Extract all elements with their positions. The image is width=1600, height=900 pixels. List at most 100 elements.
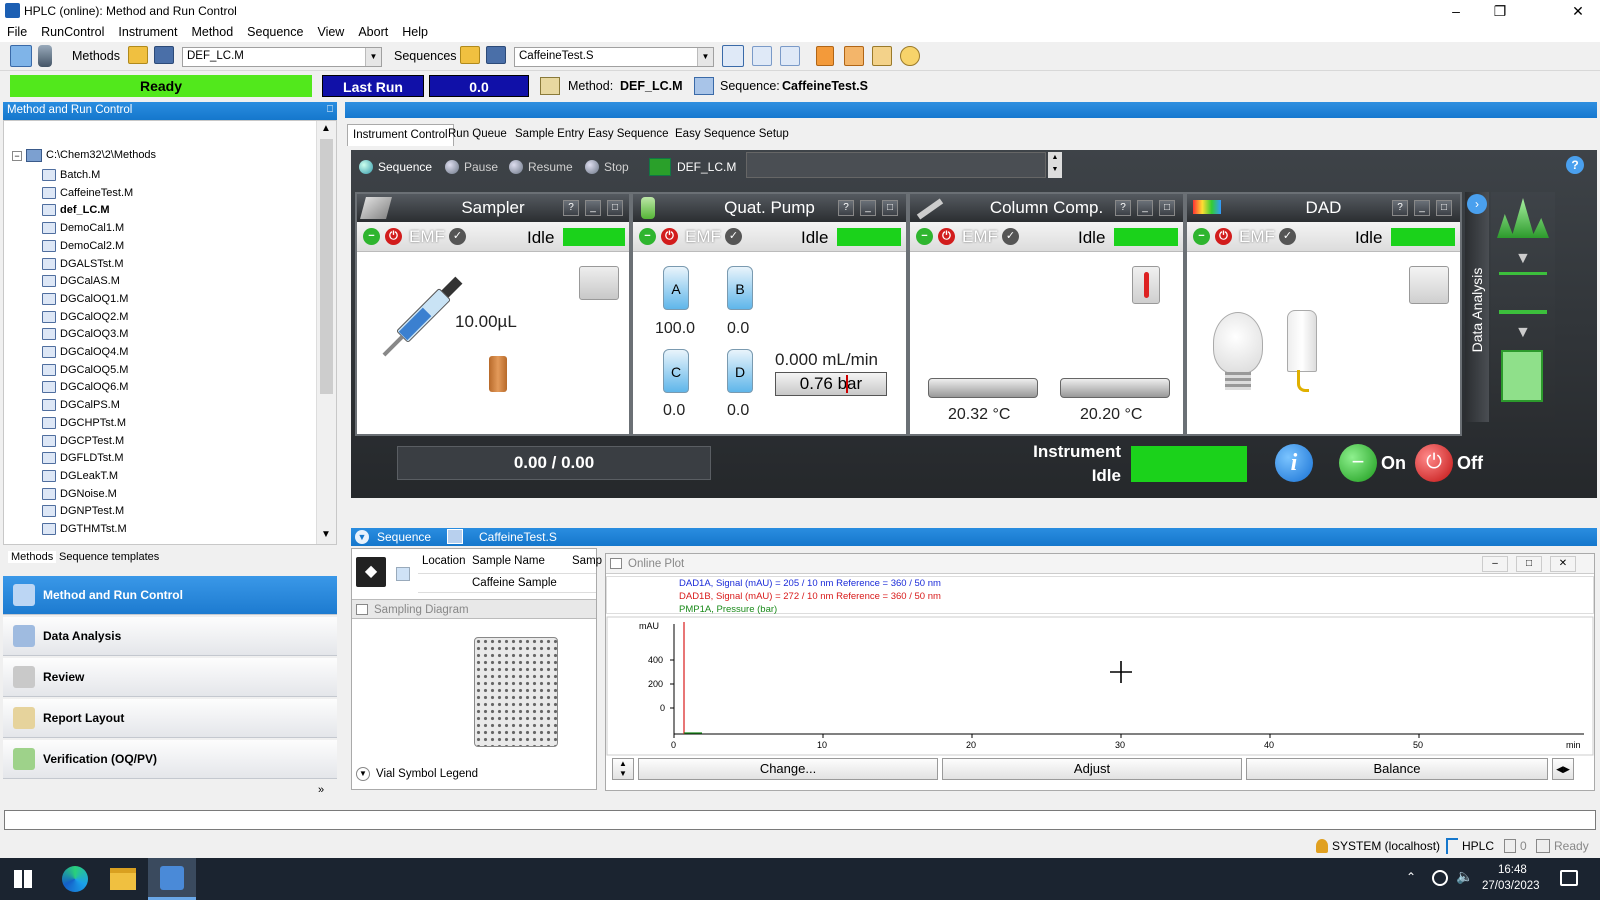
run-info-spinner[interactable]: ▲ ▼ bbox=[1048, 152, 1062, 178]
scroll-up-icon[interactable]: ▲ bbox=[321, 123, 331, 134]
windows-start-icon[interactable] bbox=[14, 870, 32, 888]
chromatogram-icon[interactable] bbox=[1497, 198, 1549, 238]
sequence-run-button[interactable]: Sequence bbox=[359, 156, 432, 178]
off-icon[interactable]: ⏻ bbox=[1215, 228, 1232, 245]
sampler-settings-icon[interactable] bbox=[579, 266, 619, 300]
run-info-field[interactable] bbox=[746, 152, 1046, 178]
row-selector[interactable] bbox=[396, 567, 410, 581]
clock-time[interactable]: 16:48 bbox=[1498, 864, 1527, 876]
change-button[interactable]: Change... bbox=[638, 758, 938, 780]
on-icon[interactable]: − bbox=[363, 228, 380, 245]
network-icon[interactable] bbox=[1432, 870, 1448, 886]
minimize-icon[interactable]: _ bbox=[860, 200, 876, 216]
tab-easy-sequence[interactable]: Easy Sequence bbox=[583, 124, 674, 146]
nav-expand-icon[interactable]: » bbox=[318, 784, 324, 796]
minimize-button[interactable]: – bbox=[1434, 0, 1478, 22]
instrument-off-button[interactable]: ⏻ Off bbox=[1415, 444, 1483, 482]
help-icon[interactable]: ? bbox=[563, 200, 579, 216]
tree-item[interactable]: DemoCal1.M bbox=[42, 219, 124, 237]
tab-sample-entry[interactable]: Sample Entry bbox=[510, 124, 589, 146]
tree-item[interactable]: DGLeakT.M bbox=[42, 467, 118, 485]
tree-item[interactable]: DGNoise.M bbox=[42, 485, 117, 503]
minimize-icon[interactable]: _ bbox=[585, 200, 601, 216]
data-analysis-strip[interactable]: › Data Analysis bbox=[1465, 192, 1489, 422]
off-icon[interactable]: ⏻ bbox=[938, 228, 955, 245]
layout-2-icon[interactable] bbox=[752, 46, 772, 66]
plot-area[interactable]: mAU 400 200 0 0 10 20 30 40 50 min bbox=[606, 616, 1594, 756]
volume-icon[interactable]: 🔈 bbox=[1456, 868, 1473, 885]
maximize-icon[interactable]: □ bbox=[1159, 200, 1175, 216]
tree-item[interactable]: DGCalPS.M bbox=[42, 396, 120, 414]
vial-symbol-legend[interactable]: Vial Symbol Legend bbox=[376, 768, 478, 780]
tree-item[interactable]: DGCalOQ5.M bbox=[42, 361, 128, 379]
tab-easy-sequence-setup[interactable]: Easy Sequence Setup bbox=[670, 124, 794, 146]
help-icon[interactable]: ? bbox=[1392, 200, 1408, 216]
menu-abort[interactable]: Abort bbox=[351, 22, 395, 39]
nav-verification[interactable]: Verification (OQ/PV) bbox=[3, 740, 337, 779]
menu-file[interactable]: File bbox=[0, 22, 34, 39]
tree-item[interactable]: Batch.M bbox=[42, 166, 100, 184]
off-icon[interactable]: ⏻ bbox=[661, 228, 678, 245]
info-icon[interactable]: i bbox=[1275, 444, 1313, 482]
instrument-on-button[interactable]: − On bbox=[1339, 444, 1406, 482]
restore-button[interactable]: ❐ bbox=[1478, 0, 1522, 22]
nav-data-analysis[interactable]: Data Analysis bbox=[3, 617, 337, 656]
method-view-icon[interactable] bbox=[10, 45, 32, 67]
table-row[interactable]: Caffeine Sample bbox=[418, 573, 596, 593]
on-icon[interactable]: − bbox=[639, 228, 656, 245]
stop-button[interactable]: Stop bbox=[585, 156, 629, 178]
pin-icon[interactable]: ⎕ bbox=[327, 104, 333, 115]
scroll-down-icon[interactable]: ▼ bbox=[321, 529, 331, 540]
menu-help[interactable]: Help bbox=[395, 22, 435, 39]
tree-item[interactable]: def_LC.M bbox=[42, 201, 110, 219]
tree-item[interactable]: CaffeineTest.M bbox=[42, 184, 133, 202]
layout-1-icon[interactable] bbox=[722, 45, 744, 67]
help-icon[interactable]: ? bbox=[1115, 200, 1131, 216]
maximize-icon[interactable]: □ bbox=[607, 200, 623, 216]
chart-report-icon[interactable] bbox=[844, 46, 864, 66]
nav-method-and-run-control[interactable]: Method and Run Control bbox=[3, 576, 337, 615]
on-icon[interactable]: − bbox=[1193, 228, 1210, 245]
tree-root[interactable]: C:\Chem32\2\Methods bbox=[46, 149, 156, 161]
tree-item[interactable]: DGCHPTst.M bbox=[42, 414, 126, 432]
sequence-select[interactable]: CaffeineTest.S ▼ bbox=[514, 47, 714, 67]
save-method-icon[interactable] bbox=[154, 46, 174, 64]
pause-button[interactable]: Pause bbox=[445, 156, 498, 178]
layout-3-icon[interactable] bbox=[780, 46, 800, 66]
expand-icon[interactable]: − bbox=[12, 151, 22, 161]
plot-minimize-button[interactable]: – bbox=[1482, 556, 1508, 572]
tree-item[interactable]: DGALSTst.M bbox=[42, 255, 124, 273]
sequence-nav-icon[interactable]: ◆ bbox=[356, 557, 386, 587]
thermometer-icon[interactable] bbox=[1132, 266, 1160, 304]
maximize-icon[interactable]: □ bbox=[1436, 200, 1452, 216]
menu-sequence[interactable]: Sequence bbox=[240, 22, 310, 39]
nav-review[interactable]: Review bbox=[3, 658, 337, 697]
tab-instrument-control[interactable]: Instrument Control bbox=[347, 124, 454, 146]
save-sequence-icon[interactable] bbox=[486, 46, 506, 64]
help-icon[interactable]: ? bbox=[838, 200, 854, 216]
database-icon[interactable] bbox=[38, 45, 52, 67]
legend-expand-icon[interactable]: ▼ bbox=[356, 767, 370, 781]
minimize-icon[interactable]: _ bbox=[1137, 200, 1153, 216]
tree-item[interactable]: DGNPTest.M bbox=[42, 502, 124, 520]
expand-arrow-icon[interactable]: › bbox=[1467, 194, 1487, 214]
balance-icon[interactable] bbox=[1499, 272, 1547, 314]
menu-runcontrol[interactable]: RunControl bbox=[34, 22, 111, 39]
clock-date[interactable]: 27/03/2023 bbox=[1482, 880, 1540, 892]
hplc-app-taskbar-icon[interactable] bbox=[148, 858, 196, 900]
menu-method[interactable]: Method bbox=[184, 22, 240, 39]
nav-report-layout[interactable]: Report Layout bbox=[3, 699, 337, 738]
vial-tray-diagram[interactable] bbox=[474, 637, 558, 747]
file-explorer-icon[interactable] bbox=[110, 868, 136, 890]
tree-item[interactable]: DGFLDTst.M bbox=[42, 449, 124, 467]
tree-item[interactable]: DGCalOQ1.M bbox=[42, 290, 128, 308]
edge-browser-icon[interactable] bbox=[62, 866, 88, 892]
tab-run-queue[interactable]: Run Queue bbox=[443, 124, 512, 146]
maximize-icon[interactable]: □ bbox=[882, 200, 898, 216]
plot-close-button[interactable]: ✕ bbox=[1550, 556, 1576, 572]
hand-icon[interactable] bbox=[900, 46, 920, 66]
signal-plot-icon[interactable] bbox=[1409, 266, 1449, 304]
adjust-button[interactable]: Adjust bbox=[942, 758, 1242, 780]
minimize-icon[interactable]: _ bbox=[1414, 200, 1430, 216]
collapse-icon[interactable]: ▼ bbox=[355, 530, 369, 544]
